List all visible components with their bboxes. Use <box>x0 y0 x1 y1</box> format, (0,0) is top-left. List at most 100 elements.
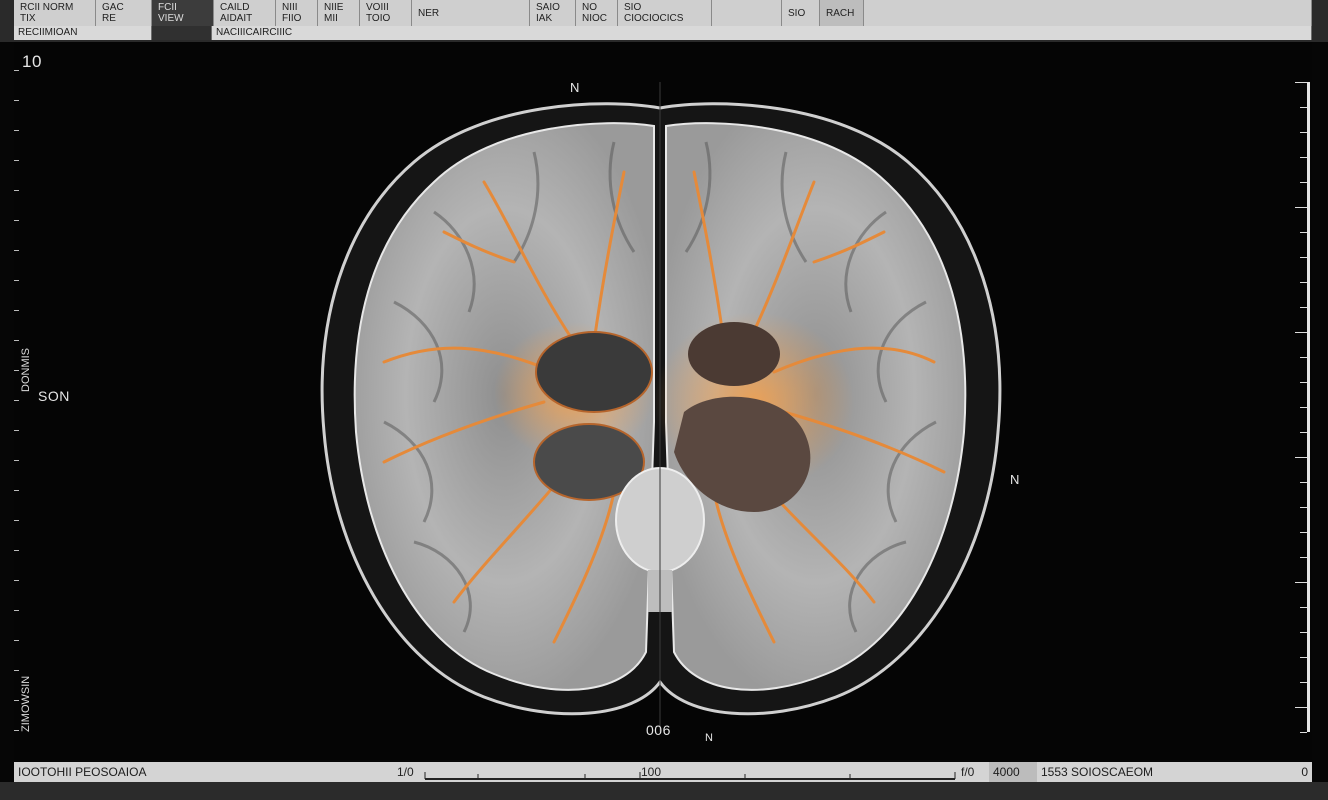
header-button[interactable]: RACH <box>820 0 864 26</box>
header-cell-line2: RE <box>102 13 116 24</box>
ruler-tick <box>14 310 19 311</box>
header-cell-line1: RACH <box>826 7 855 19</box>
header-cell-line1: FCII <box>158 2 177 13</box>
ruler-tick <box>1300 357 1307 358</box>
bottom-center-value: 006 <box>646 722 671 738</box>
lesion-left-upper <box>535 331 653 413</box>
ruler-tick <box>14 190 19 191</box>
ruler-tick <box>1295 457 1307 458</box>
header-cell-line1: SIO <box>624 2 642 13</box>
sub-left-field[interactable]: RECIIMIOAN <box>14 26 152 40</box>
ruler-tick <box>1300 232 1307 233</box>
header-table: RCII NORM TIX GAC RE FCII VIEW CAILD AIDAIT NIII… <box>14 0 1312 26</box>
ruler-tick <box>1300 732 1307 733</box>
header-cell-line2: IAK <box>536 13 553 24</box>
ruler-tick <box>14 640 19 641</box>
orientation-right: N <box>1010 472 1020 487</box>
header-cell-line1: NER <box>418 7 440 19</box>
header-subbar: RECIIMIOAN NACIIICAIRCIIIC <box>14 26 1312 40</box>
header-cell[interactable]: NIII FIIO <box>276 0 318 26</box>
header-cell[interactable]: FCII VIEW <box>152 0 214 26</box>
ruler-tick <box>14 460 19 461</box>
ruler-tick <box>14 520 19 521</box>
ruler-tick <box>14 220 19 221</box>
right-ruler-line <box>1307 82 1310 732</box>
header-cell-line2: AIDAIT <box>220 13 253 24</box>
ruler-tick <box>14 490 19 491</box>
ruler-tick <box>1300 182 1307 183</box>
mri-axial-slice <box>320 82 1002 732</box>
header-cell-line1: RCII NORM <box>20 2 74 13</box>
right-ruler <box>1292 82 1310 733</box>
status-info-b: 1553 SOIOSCAEOM <box>1041 765 1154 779</box>
header-cell[interactable]: NIIE MII <box>318 0 360 26</box>
ruler-tick <box>1300 157 1307 158</box>
ruler-tick <box>1295 582 1307 583</box>
ruler-tick <box>1300 607 1307 608</box>
header-cell[interactable]: NO NIOC <box>576 0 618 26</box>
scale-bar[interactable]: 1/0 100 f/0 <box>395 762 985 782</box>
header-cell-line2: FIIO <box>282 13 302 24</box>
header-cell-line1: GAC <box>102 2 124 13</box>
ruler-tick <box>1295 207 1307 208</box>
ruler-tick <box>14 670 19 671</box>
header-cell-line1: NO <box>582 2 597 13</box>
ruler-tick <box>1300 532 1307 533</box>
scale-left-label: 1/0 <box>397 765 414 779</box>
header-cell-line1: NIIE <box>324 2 344 13</box>
header-cell[interactable]: VOIII TOIO <box>360 0 412 26</box>
status-right-value: 0 <box>1301 765 1308 779</box>
ruler-tick <box>14 550 19 551</box>
ruler-tick <box>14 130 19 131</box>
ruler-tick <box>1295 332 1307 333</box>
slice-number: 10 <box>22 52 42 71</box>
orientation-top: N <box>570 80 580 95</box>
header-cell-line1: NIII <box>282 2 298 13</box>
ruler-tick <box>1300 307 1307 308</box>
ruler-tick <box>14 250 19 251</box>
header-cell-line2: CIOCIOCICS <box>624 13 684 24</box>
image-viewport[interactable] <box>14 42 1312 760</box>
lesion-right-upper <box>688 322 780 386</box>
ruler-tick <box>14 580 19 581</box>
sub-mid-field[interactable] <box>152 26 212 40</box>
bottom-edge <box>0 782 1328 800</box>
header-cell[interactable] <box>712 0 782 26</box>
scale-right-label: f/0 <box>961 765 975 779</box>
ruler-tick <box>1300 657 1307 658</box>
ruler-tick <box>1300 482 1307 483</box>
ruler-tick <box>14 100 19 101</box>
ruler-tick <box>1300 557 1307 558</box>
ruler-tick <box>14 70 19 71</box>
header-cell[interactable]: GAC RE <box>96 0 152 26</box>
ruler-tick <box>1300 107 1307 108</box>
ruler-tick <box>1300 432 1307 433</box>
ruler-tick <box>14 430 19 431</box>
ruler-tick <box>1300 507 1307 508</box>
ruler-tick <box>14 340 19 341</box>
header-cell-line1: CAILD <box>220 2 250 13</box>
header-cell-line2: TIX <box>20 13 36 24</box>
ruler-tick <box>14 730 19 731</box>
header-cell-line2: NIOC <box>582 13 607 24</box>
ruler-tick <box>14 400 19 401</box>
ruler-tick <box>1300 132 1307 133</box>
scale-bar-graphic <box>424 772 956 780</box>
left-ruler <box>14 70 24 731</box>
header-cell[interactable]: SIO CIOCIOCICS <box>618 0 712 26</box>
header-cell[interactable]: RCII NORM TIX <box>14 0 96 26</box>
ruler-tick <box>1300 282 1307 283</box>
header-cell[interactable]: CAILD AIDAIT <box>214 0 276 26</box>
header-cell[interactable]: SIO <box>782 0 820 26</box>
bottom-marker: N <box>705 732 714 744</box>
ruler-tick <box>14 700 19 701</box>
header-cell[interactable]: SAIO IAK <box>530 0 576 26</box>
scale-mid-label: 100 <box>641 765 662 779</box>
status-info-a: 4000 <box>989 762 1037 782</box>
header-cell[interactable] <box>864 0 1312 26</box>
top-toolbar: RCII NORM TIX GAC RE FCII VIEW CAILD AIDAIT NIII… <box>0 0 1328 42</box>
status-left: IOOTOHII PEOSOAIOA <box>18 765 147 779</box>
header-cell[interactable]: NER <box>412 0 530 26</box>
header-cell-line1: VOIII <box>366 2 389 13</box>
sub-right-field[interactable]: NACIIICAIRCIIIC <box>212 26 1312 40</box>
